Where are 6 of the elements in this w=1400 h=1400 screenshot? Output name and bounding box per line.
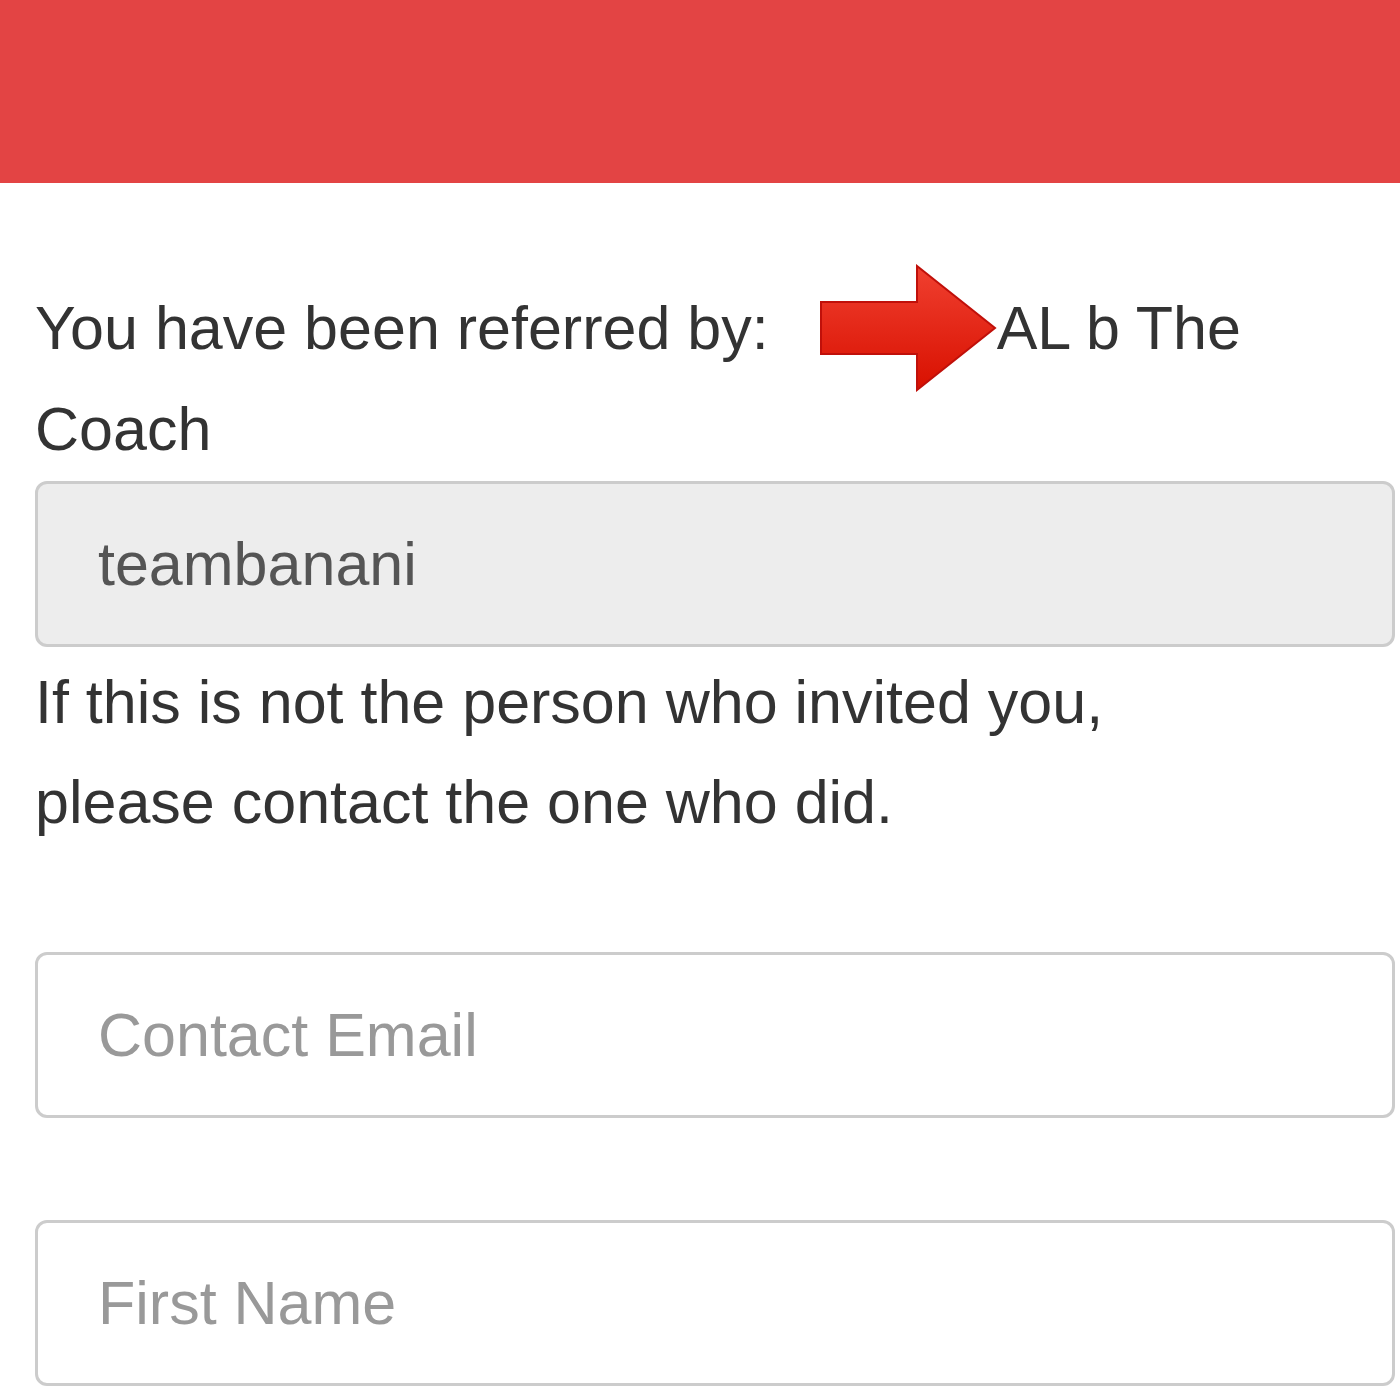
referrer-name: AL b The bbox=[996, 297, 1241, 359]
input-field[interactable]: Contact Email bbox=[35, 952, 1395, 1118]
notice-text: If this is not the person who invited you, please contact the one who did. bbox=[35, 667, 1105, 838]
arrow-icon bbox=[818, 264, 997, 392]
input-field[interactable]: First Name bbox=[35, 1220, 1395, 1386]
coach-label: Coach bbox=[35, 399, 213, 459]
